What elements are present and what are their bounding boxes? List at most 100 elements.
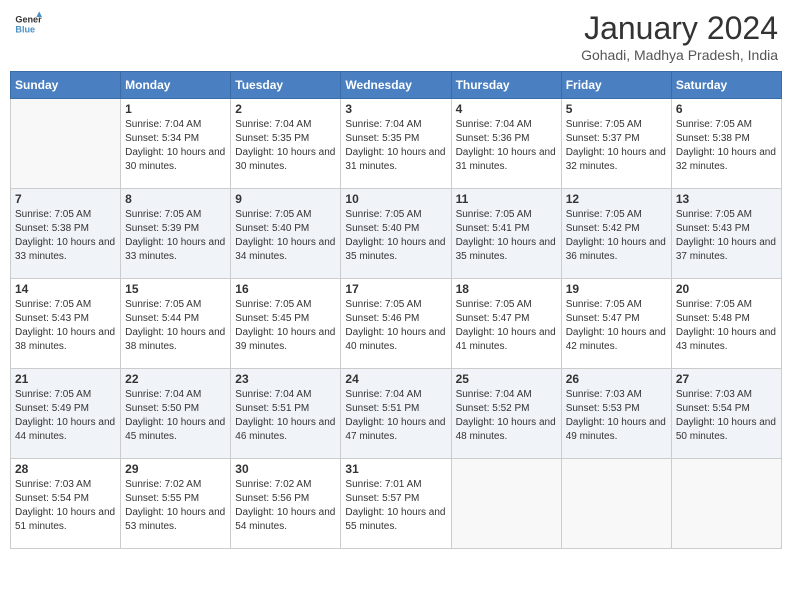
cell-info: Sunrise: 7:02 AMSunset: 5:55 PMDaylight:…: [125, 478, 226, 534]
column-header-saturday: Saturday: [671, 72, 781, 99]
cell-info: Sunrise: 7:04 AMSunset: 5:51 PMDaylight:…: [345, 388, 446, 444]
calendar-cell: 12 Sunrise: 7:05 AMSunset: 5:42 PMDayligh…: [561, 189, 671, 279]
calendar-cell: 22 Sunrise: 7:04 AMSunset: 5:50 PMDayligh…: [121, 369, 231, 459]
column-header-friday: Friday: [561, 72, 671, 99]
day-number: 31: [345, 462, 446, 476]
calendar-cell: [451, 459, 561, 549]
calendar-cell: 19Sunrise: 7:05 AMSunset: 5:47 PMDayligh…: [561, 279, 671, 369]
logo-icon: General Blue: [14, 10, 42, 38]
calendar-table: SundayMondayTuesdayWednesdayThursdayFrid…: [10, 71, 782, 549]
svg-text:Blue: Blue: [15, 24, 35, 34]
day-number: 27: [676, 372, 777, 386]
day-number: 16: [235, 282, 336, 296]
cell-info: Sunrise: 7:05 AMSunset: 5:42 PMDaylight:…: [566, 208, 667, 264]
cell-info: Sunrise: 7:05 AMSunset: 5:45 PMDaylight:…: [235, 298, 336, 354]
cell-info: Sunrise: 7:05 AMSunset: 5:43 PMDaylight:…: [676, 208, 777, 264]
calendar-cell: 21 Sunrise: 7:05 AMSunset: 5:49 PMDayligh…: [11, 369, 121, 459]
calendar-cell: 15Sunrise: 7:05 AMSunset: 5:44 PMDayligh…: [121, 279, 231, 369]
week-row-4: 21 Sunrise: 7:05 AMSunset: 5:49 PMDayligh…: [11, 369, 782, 459]
cell-info: Sunrise: 7:05 AMSunset: 5:47 PMDaylight:…: [456, 298, 557, 354]
day-number: 6: [676, 102, 777, 116]
calendar-cell: 10 Sunrise: 7:05 AMSunset: 5:40 PMDayligh…: [341, 189, 451, 279]
calendar-cell: 5 Sunrise: 7:05 AMSunset: 5:37 PMDaylight…: [561, 99, 671, 189]
day-number: 3: [345, 102, 446, 116]
cell-info: Sunrise: 7:04 AMSunset: 5:35 PMDaylight:…: [235, 118, 336, 174]
calendar-cell: 17 Sunrise: 7:05 AMSunset: 5:46 PMDayligh…: [341, 279, 451, 369]
cell-info: Sunrise: 7:05 AMSunset: 5:48 PMDaylight:…: [676, 298, 777, 354]
header-row: SundayMondayTuesdayWednesdayThursdayFrid…: [11, 72, 782, 99]
day-number: 22: [125, 372, 226, 386]
cell-info: Sunrise: 7:05 AMSunset: 5:49 PMDaylight:…: [15, 388, 116, 444]
week-row-2: 7Sunrise: 7:05 AMSunset: 5:38 PMDaylight…: [11, 189, 782, 279]
calendar-cell: 13Sunrise: 7:05 AMSunset: 5:43 PMDayligh…: [671, 189, 781, 279]
day-number: 30: [235, 462, 336, 476]
calendar-cell: 9 Sunrise: 7:05 AMSunset: 5:40 PMDaylight…: [231, 189, 341, 279]
calendar-cell: 4Sunrise: 7:04 AMSunset: 5:36 PMDaylight…: [451, 99, 561, 189]
cell-info: Sunrise: 7:03 AMSunset: 5:54 PMDaylight:…: [676, 388, 777, 444]
day-number: 18: [456, 282, 557, 296]
calendar-cell: 7Sunrise: 7:05 AMSunset: 5:38 PMDaylight…: [11, 189, 121, 279]
day-number: 21: [15, 372, 116, 386]
cell-info: Sunrise: 7:05 AMSunset: 5:40 PMDaylight:…: [345, 208, 446, 264]
cell-info: Sunrise: 7:05 AMSunset: 5:40 PMDaylight:…: [235, 208, 336, 264]
day-number: 7: [15, 192, 116, 206]
column-header-thursday: Thursday: [451, 72, 561, 99]
cell-info: Sunrise: 7:05 AMSunset: 5:41 PMDaylight:…: [456, 208, 557, 264]
day-number: 5: [566, 102, 667, 116]
calendar-cell: 11 Sunrise: 7:05 AMSunset: 5:41 PMDayligh…: [451, 189, 561, 279]
day-number: 24: [345, 372, 446, 386]
cell-info: Sunrise: 7:03 AMSunset: 5:54 PMDaylight:…: [15, 478, 116, 534]
month-title: January 2024: [581, 10, 778, 47]
day-number: 11: [456, 192, 557, 206]
cell-info: Sunrise: 7:05 AMSunset: 5:39 PMDaylight:…: [125, 208, 226, 264]
calendar-cell: 25 Sunrise: 7:04 AMSunset: 5:52 PMDayligh…: [451, 369, 561, 459]
day-number: 15: [125, 282, 226, 296]
cell-info: Sunrise: 7:04 AMSunset: 5:50 PMDaylight:…: [125, 388, 226, 444]
cell-info: Sunrise: 7:05 AMSunset: 5:43 PMDaylight:…: [15, 298, 116, 354]
week-row-5: 28 Sunrise: 7:03 AMSunset: 5:54 PMDayligh…: [11, 459, 782, 549]
column-header-wednesday: Wednesday: [341, 72, 451, 99]
calendar-cell: 8 Sunrise: 7:05 AMSunset: 5:39 PMDaylight…: [121, 189, 231, 279]
day-number: 17: [345, 282, 446, 296]
cell-info: Sunrise: 7:05 AMSunset: 5:37 PMDaylight:…: [566, 118, 667, 174]
calendar-cell: 2 Sunrise: 7:04 AMSunset: 5:35 PMDaylight…: [231, 99, 341, 189]
calendar-cell: 1Sunrise: 7:04 AMSunset: 5:34 PMDaylight…: [121, 99, 231, 189]
cell-info: Sunrise: 7:04 AMSunset: 5:52 PMDaylight:…: [456, 388, 557, 444]
day-number: 12: [566, 192, 667, 206]
calendar-cell: [671, 459, 781, 549]
calendar-cell: 16 Sunrise: 7:05 AMSunset: 5:45 PMDayligh…: [231, 279, 341, 369]
day-number: 9: [235, 192, 336, 206]
day-number: 20: [676, 282, 777, 296]
column-header-sunday: Sunday: [11, 72, 121, 99]
calendar-cell: 30 Sunrise: 7:02 AMSunset: 5:56 PMDayligh…: [231, 459, 341, 549]
page-header: General Blue January 2024 Gohadi, Madhya…: [10, 10, 782, 63]
day-number: 8: [125, 192, 226, 206]
logo: General Blue: [14, 10, 42, 38]
calendar-cell: 20 Sunrise: 7:05 AMSunset: 5:48 PMDayligh…: [671, 279, 781, 369]
cell-info: Sunrise: 7:05 AMSunset: 5:46 PMDaylight:…: [345, 298, 446, 354]
column-header-tuesday: Tuesday: [231, 72, 341, 99]
location: Gohadi, Madhya Pradesh, India: [581, 47, 778, 63]
calendar-cell: 24 Sunrise: 7:04 AMSunset: 5:51 PMDayligh…: [341, 369, 451, 459]
calendar-cell: 31Sunrise: 7:01 AMSunset: 5:57 PMDayligh…: [341, 459, 451, 549]
calendar-cell: 6 Sunrise: 7:05 AMSunset: 5:38 PMDaylight…: [671, 99, 781, 189]
cell-info: Sunrise: 7:05 AMSunset: 5:38 PMDaylight:…: [676, 118, 777, 174]
day-number: 25: [456, 372, 557, 386]
week-row-3: 14 Sunrise: 7:05 AMSunset: 5:43 PMDayligh…: [11, 279, 782, 369]
calendar-cell: 27 Sunrise: 7:03 AMSunset: 5:54 PMDayligh…: [671, 369, 781, 459]
cell-info: Sunrise: 7:02 AMSunset: 5:56 PMDaylight:…: [235, 478, 336, 534]
calendar-cell: 28 Sunrise: 7:03 AMSunset: 5:54 PMDayligh…: [11, 459, 121, 549]
cell-info: Sunrise: 7:05 AMSunset: 5:47 PMDaylight:…: [566, 298, 667, 354]
calendar-cell: 18 Sunrise: 7:05 AMSunset: 5:47 PMDayligh…: [451, 279, 561, 369]
day-number: 10: [345, 192, 446, 206]
day-number: 4: [456, 102, 557, 116]
week-row-1: 1Sunrise: 7:04 AMSunset: 5:34 PMDaylight…: [11, 99, 782, 189]
cell-info: Sunrise: 7:04 AMSunset: 5:35 PMDaylight:…: [345, 118, 446, 174]
calendar-cell: 26Sunrise: 7:03 AMSunset: 5:53 PMDayligh…: [561, 369, 671, 459]
day-number: 28: [15, 462, 116, 476]
cell-info: Sunrise: 7:03 AMSunset: 5:53 PMDaylight:…: [566, 388, 667, 444]
day-number: 2: [235, 102, 336, 116]
day-number: 14: [15, 282, 116, 296]
column-header-monday: Monday: [121, 72, 231, 99]
calendar-cell: 29Sunrise: 7:02 AMSunset: 5:55 PMDayligh…: [121, 459, 231, 549]
